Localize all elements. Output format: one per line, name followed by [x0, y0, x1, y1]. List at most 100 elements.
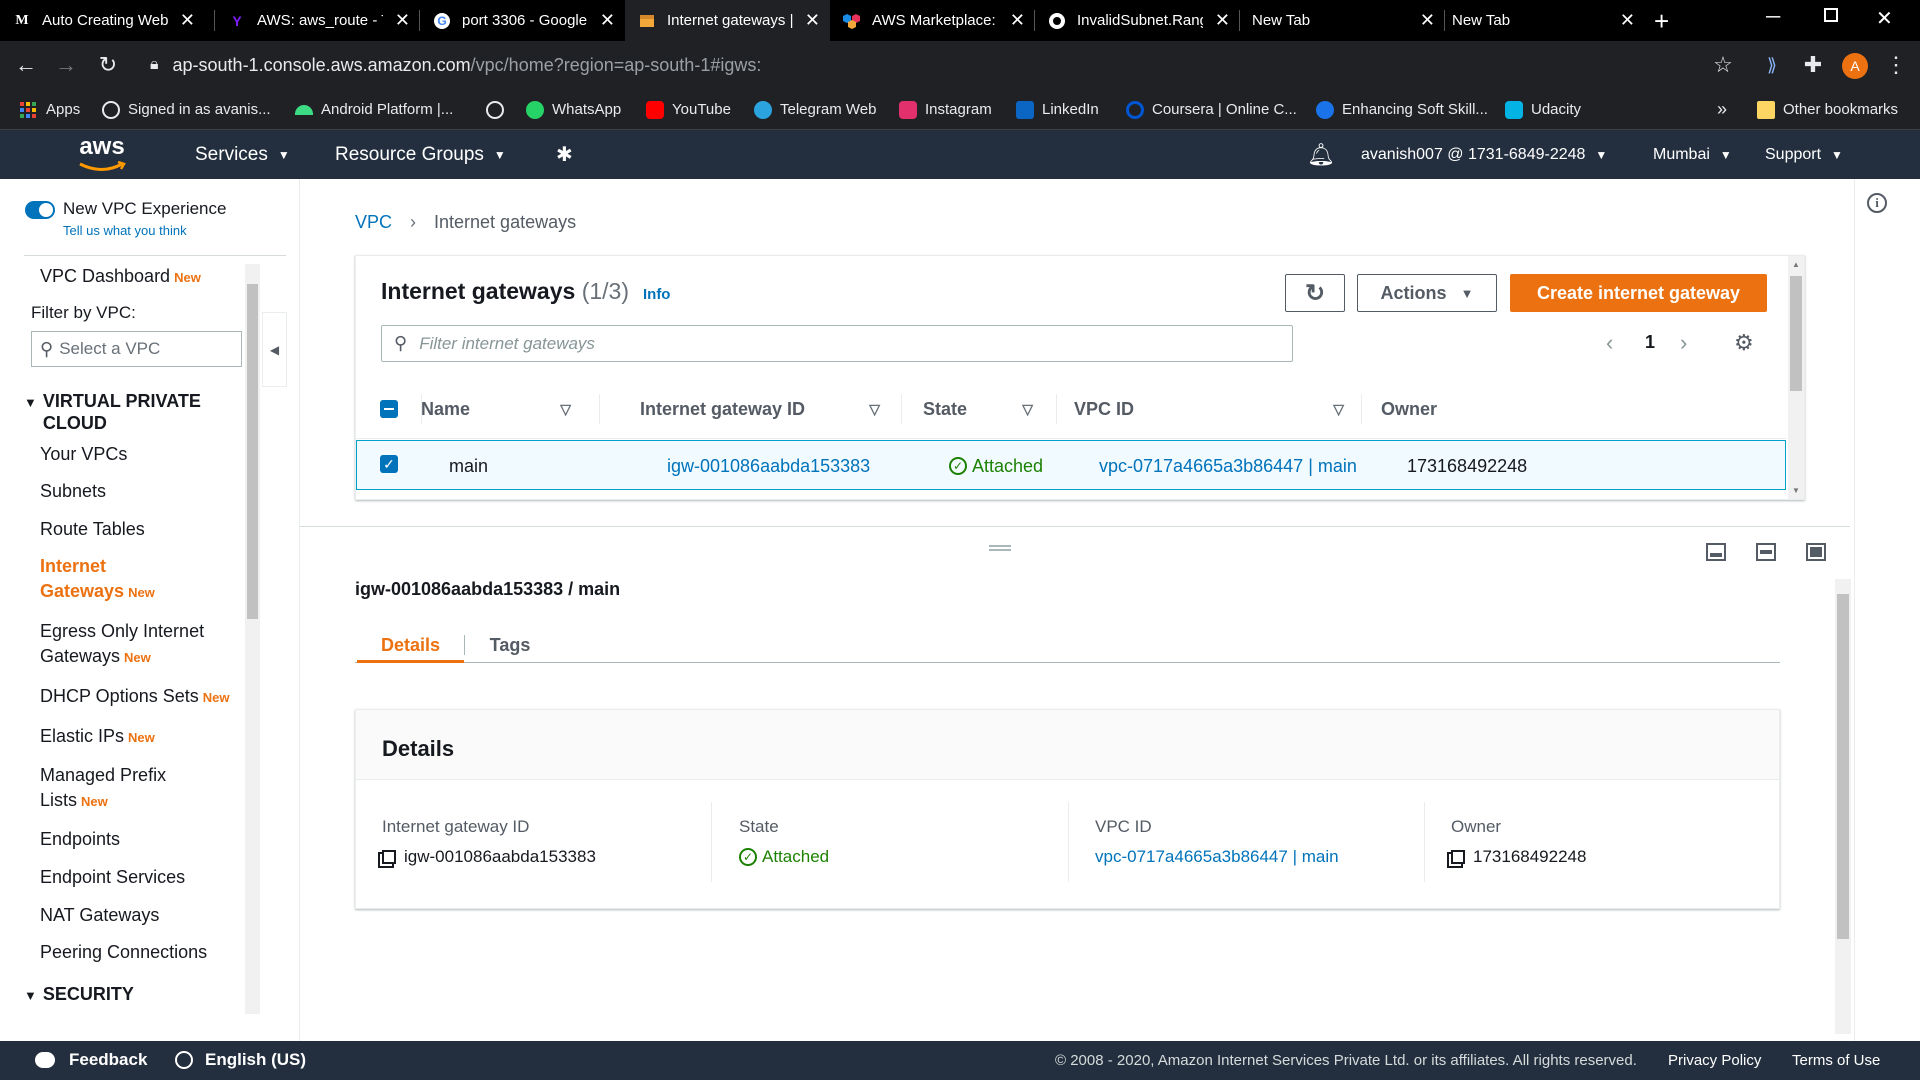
browser-tab[interactable]: G port 3306 - Google ✕: [420, 0, 625, 41]
sidebar-item-subnets[interactable]: Subnets: [40, 479, 106, 504]
create-internet-gateway-button[interactable]: Create internet gateway: [1510, 274, 1767, 312]
refresh-button[interactable]: ↻: [1285, 274, 1345, 312]
sidebar-item-nat-gateways[interactable]: NAT Gateways: [40, 903, 159, 928]
collapse-sidebar-icon[interactable]: ◀: [262, 312, 287, 387]
info-link[interactable]: Info: [643, 286, 671, 303]
table-scrollbar[interactable]: ▲ ▼: [1788, 256, 1804, 499]
column-header-name[interactable]: Name ▽: [421, 379, 571, 439]
other-bookmarks[interactable]: Other bookmarks: [1757, 89, 1898, 130]
feedback-button[interactable]: Feedback: [35, 1050, 147, 1070]
sidebar-item-internet-gateways[interactable]: Internet Gateways New: [40, 554, 155, 605]
browser-tab[interactable]: New Tab ✕: [1240, 0, 1445, 41]
pin-icon[interactable]: ✱: [556, 130, 573, 179]
vpc-id-link[interactable]: vpc-0717a4665a3b86447 | main: [1095, 847, 1339, 867]
bookmark-item[interactable]: Udacity: [1505, 89, 1581, 130]
minimize-icon[interactable]: ─: [1766, 6, 1780, 29]
split-divider[interactable]: [300, 526, 1850, 527]
browser-tab[interactable]: AWS Marketplace: ✕: [830, 0, 1035, 41]
sidebar-item-egress-only-gateways[interactable]: Egress Only Internet Gateways New: [40, 619, 204, 670]
bookmarks-overflow[interactable]: »: [1717, 89, 1727, 130]
sidebar-item-managed-prefix-lists[interactable]: Managed Prefix Lists New: [40, 763, 166, 814]
bookmark-item[interactable]: Android Platform |...: [295, 89, 453, 130]
language-selector[interactable]: English (US): [175, 1050, 306, 1070]
cell-vpc-id-link[interactable]: vpc-0717a4665a3b86447 | main: [1099, 441, 1357, 491]
select-all-checkbox[interactable]: [380, 400, 398, 418]
actions-button[interactable]: Actions ▼: [1357, 274, 1497, 312]
bookmark-item[interactable]: Signed in as avanis...: [102, 89, 271, 130]
sidebar-item-your-vpcs[interactable]: Your VPCs: [40, 442, 127, 467]
bookmark-item[interactable]: YouTube: [646, 89, 731, 130]
row-checkbox[interactable]: ✓: [380, 455, 398, 473]
account-menu[interactable]: avanish007 @ 1731-6849-2248 ▼: [1361, 130, 1607, 179]
maximize-icon[interactable]: [1824, 8, 1838, 22]
column-header-gateway-id[interactable]: Internet gateway ID ▽: [640, 379, 880, 439]
region-menu[interactable]: Mumbai ▼: [1653, 130, 1732, 179]
column-header-vpc-id[interactable]: VPC ID ▽: [1074, 379, 1344, 439]
new-experience-toggle[interactable]: [25, 201, 55, 219]
new-tab-icon[interactable]: +: [1654, 6, 1669, 37]
terms-of-use-link[interactable]: Terms of Use: [1792, 1052, 1880, 1069]
extensions-puzzle-icon[interactable]: ✚: [1797, 49, 1829, 81]
sidebar-scrollbar[interactable]: [245, 264, 260, 1014]
close-icon[interactable]: ✕: [1620, 10, 1635, 31]
forward-icon[interactable]: →: [50, 49, 82, 81]
aws-logo[interactable]: aws: [76, 134, 128, 174]
support-menu[interactable]: Support ▼: [1765, 130, 1843, 179]
resource-groups-menu[interactable]: Resource Groups ▼: [335, 130, 506, 179]
sidebar-item-endpoints[interactable]: Endpoints: [40, 827, 120, 852]
sidebar-item-endpoint-services[interactable]: Endpoint Services: [40, 865, 185, 890]
layout-full-icon[interactable]: [1806, 543, 1826, 561]
tab-tags[interactable]: Tags: [465, 627, 555, 663]
section-security[interactable]: ▼ SECURITY: [24, 983, 134, 1007]
profile-avatar[interactable]: A: [1842, 53, 1868, 79]
breadcrumb-vpc[interactable]: VPC: [355, 212, 392, 233]
column-header-state[interactable]: State ▽: [923, 379, 1033, 439]
next-page-icon[interactable]: ›: [1680, 330, 1687, 356]
detail-scrollbar[interactable]: [1835, 579, 1851, 1034]
layout-bottom-icon[interactable]: [1706, 543, 1726, 561]
bookmark-item[interactable]: WhatsApp: [526, 89, 621, 130]
close-icon[interactable]: ✕: [1215, 10, 1230, 31]
star-icon[interactable]: ☆: [1707, 49, 1739, 81]
close-icon[interactable]: ✕: [600, 10, 615, 31]
close-icon[interactable]: ✕: [395, 10, 410, 31]
section-virtual-private-cloud[interactable]: ▼ VIRTUAL PRIVATE CLOUD: [24, 390, 233, 434]
info-icon[interactable]: i: [1867, 193, 1887, 213]
sidebar-item-route-tables[interactable]: Route Tables: [40, 517, 145, 542]
services-menu[interactable]: Services ▼: [195, 130, 290, 179]
privacy-policy-link[interactable]: Privacy Policy: [1668, 1052, 1761, 1069]
browser-tab-active[interactable]: Internet gateways | ✕: [625, 0, 830, 41]
vpc-filter-select[interactable]: ⚲ Select a VPC: [31, 331, 242, 367]
bookmark-item[interactable]: Enhancing Soft Skill...: [1316, 89, 1488, 130]
extension-icon[interactable]: ⟫: [1756, 49, 1788, 81]
window-close-icon[interactable]: ✕: [1876, 6, 1893, 31]
close-icon[interactable]: ✕: [805, 10, 820, 31]
close-icon[interactable]: ✕: [180, 10, 195, 31]
bell-icon[interactable]: 🔔︎: [1307, 130, 1335, 179]
drag-handle-icon[interactable]: [989, 545, 1011, 551]
bookmark-apps[interactable]: Apps: [20, 89, 80, 130]
bookmark-item[interactable]: LinkedIn: [1016, 89, 1099, 130]
browser-tab[interactable]: InvalidSubnet.Rang ✕: [1035, 0, 1240, 41]
table-row[interactable]: ✓ main igw-001086aabda153383 ✓ Attached v…: [356, 440, 1786, 490]
sidebar-item-dhcp-options[interactable]: DHCP Options Sets New: [40, 684, 229, 710]
copy-icon[interactable]: [382, 850, 396, 864]
filter-gateways-input[interactable]: ⚲ Filter internet gateways: [381, 325, 1293, 362]
settings-gear-icon[interactable]: ⚙: [1734, 330, 1754, 356]
browser-tab[interactable]: M Auto Creating Web ✕: [0, 0, 205, 41]
close-icon[interactable]: ✕: [1420, 10, 1435, 31]
browser-tab[interactable]: New Tab ✕: [1440, 0, 1645, 41]
copy-icon[interactable]: [1451, 850, 1465, 864]
feedback-link[interactable]: Tell us what you think: [63, 223, 187, 238]
bookmark-item[interactable]: Telegram Web: [754, 89, 876, 130]
sidebar-item-elastic-ips[interactable]: Elastic IPs New: [40, 724, 155, 750]
cell-gateway-id-link[interactable]: igw-001086aabda153383: [667, 441, 870, 491]
bookmark-item[interactable]: Instagram: [899, 89, 992, 130]
address-bar[interactable]: 🔒︎ ap-south-1.console.aws.amazon.com/vpc…: [138, 46, 1778, 84]
sidebar-item-dashboard[interactable]: VPC Dashboard New: [40, 264, 201, 290]
reload-icon[interactable]: ↻: [92, 49, 124, 81]
prev-page-icon[interactable]: ‹: [1606, 330, 1613, 356]
back-icon[interactable]: ←: [10, 49, 42, 81]
bookmark-item[interactable]: [486, 89, 512, 130]
bookmark-item[interactable]: Coursera | Online C...: [1126, 89, 1297, 130]
